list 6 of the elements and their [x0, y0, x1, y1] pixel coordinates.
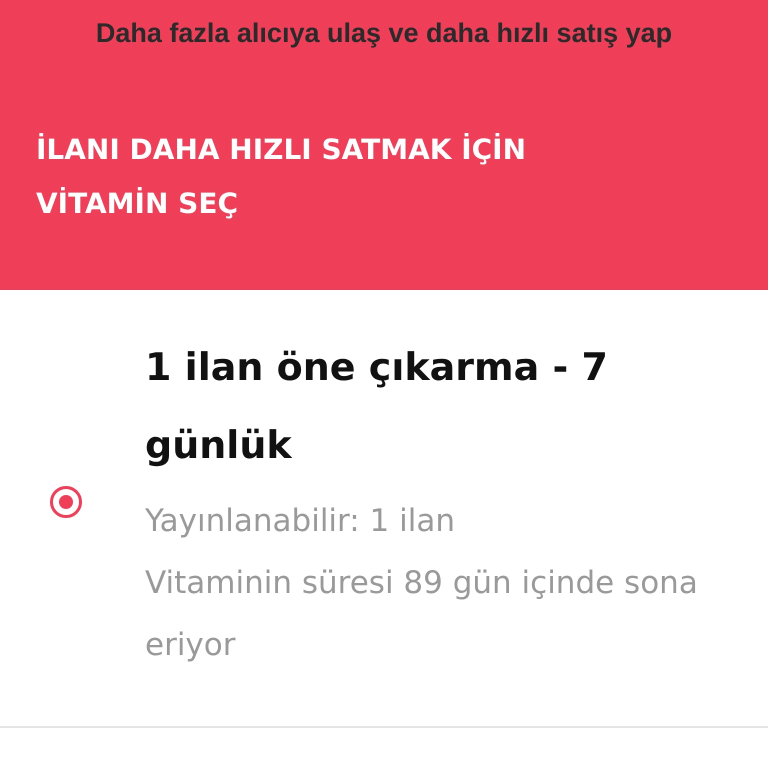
option-detail: Yayınlanabilir: 1 ilan [145, 502, 456, 541]
option-title: 1 ilan öne çıkarma - 7 günlük [145, 344, 609, 469]
option-detail: Vitaminin süresi 89 gün içinde sona eriyor [145, 564, 699, 665]
radio-button[interactable] [50, 486, 82, 518]
banner-heading: İLANI DAHA HIZLI SATMAK İÇİN VİTAMİN SEÇ [36, 132, 528, 222]
banner-title: Daha fazla alıcıya ulaş ve daha hızlı satış yap [94, 18, 674, 49]
